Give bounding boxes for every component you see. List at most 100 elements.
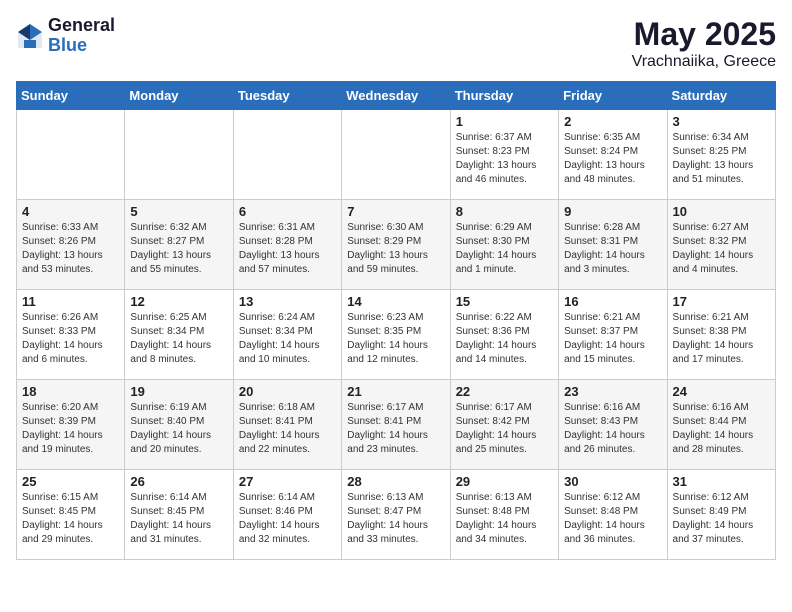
title-block: May 2025 Vrachnaiika, Greece [632, 16, 776, 71]
calendar-cell: 7 Sunrise: 6:30 AM Sunset: 8:29 PM Daylig… [342, 200, 450, 290]
calendar-cell: 6Sunrise: 6:31 AM Sunset: 8:28 PM Daylig… [233, 200, 341, 290]
calendar-cell: 25 Sunrise: 6:15 AM Sunset: 8:45 PM Dayli… [17, 470, 125, 560]
calendar-cell: 2Sunrise: 6:35 AM Sunset: 8:24 PM Daylig… [559, 110, 667, 200]
calendar-cell: 11 Sunrise: 6:26 AM Sunset: 8:33 PM Dayli… [17, 290, 125, 380]
calendar-cell: 1 Sunrise: 6:37 AM Sunset: 8:23 PM Daylig… [450, 110, 558, 200]
page-header: General Blue May 2025 Vrachnaiika, Greec… [16, 16, 776, 71]
calendar-cell: 29 Sunrise: 6:13 AM Sunset: 8:48 PM Dayli… [450, 470, 558, 560]
day-number: 25 [22, 474, 119, 489]
calendar-cell [125, 110, 233, 200]
cell-info: Sunrise: 6:12 AM Sunset: 8:48 PM Dayligh… [564, 491, 661, 547]
cell-info: Sunrise: 6:18 AM Sunset: 8:41 PM Dayligh… [239, 401, 336, 457]
week-row-5: 25 Sunrise: 6:15 AM Sunset: 8:45 PM Dayli… [17, 470, 776, 560]
day-number: 22 [456, 384, 553, 399]
calendar-cell: 13Sunrise: 6:24 AM Sunset: 8:34 PM Dayli… [233, 290, 341, 380]
cell-info: Sunrise: 6:32 AM Sunset: 8:27 PM Dayligh… [130, 221, 227, 277]
day-number: 30 [564, 474, 661, 489]
day-number: 3 [673, 114, 770, 129]
calendar-header: SundayMondayTuesdayWednesdayThursdayFrid… [17, 82, 776, 110]
cell-info: Sunrise: 6:14 AM Sunset: 8:45 PM Dayligh… [130, 491, 227, 547]
cell-info: Sunrise: 6:16 AM Sunset: 8:43 PM Dayligh… [564, 401, 661, 457]
cell-info: Sunrise: 6:25 AM Sunset: 8:34 PM Dayligh… [130, 311, 227, 367]
calendar-cell [233, 110, 341, 200]
cell-info: Sunrise: 6:20 AM Sunset: 8:39 PM Dayligh… [22, 401, 119, 457]
calendar-cell: 21 Sunrise: 6:17 AM Sunset: 8:41 PM Dayli… [342, 380, 450, 470]
calendar-cell: 23Sunrise: 6:16 AM Sunset: 8:43 PM Dayli… [559, 380, 667, 470]
cell-info: Sunrise: 6:12 AM Sunset: 8:49 PM Dayligh… [673, 491, 770, 547]
day-number: 9 [564, 204, 661, 219]
calendar-cell: 20 Sunrise: 6:18 AM Sunset: 8:41 PM Dayli… [233, 380, 341, 470]
header-cell-tuesday: Tuesday [233, 82, 341, 110]
cell-info: Sunrise: 6:21 AM Sunset: 8:38 PM Dayligh… [673, 311, 770, 367]
calendar-cell: 17 Sunrise: 6:21 AM Sunset: 8:38 PM Dayli… [667, 290, 775, 380]
subtitle: Vrachnaiika, Greece [632, 53, 776, 71]
cell-info: Sunrise: 6:35 AM Sunset: 8:24 PM Dayligh… [564, 131, 661, 187]
header-cell-thursday: Thursday [450, 82, 558, 110]
calendar-cell: 18 Sunrise: 6:20 AM Sunset: 8:39 PM Dayli… [17, 380, 125, 470]
cell-info: Sunrise: 6:21 AM Sunset: 8:37 PM Dayligh… [564, 311, 661, 367]
logo: General Blue [16, 16, 115, 56]
day-number: 6 [239, 204, 336, 219]
day-number: 18 [22, 384, 119, 399]
day-number: 17 [673, 294, 770, 309]
calendar-cell: 8 Sunrise: 6:29 AM Sunset: 8:30 PM Daylig… [450, 200, 558, 290]
day-number: 8 [456, 204, 553, 219]
calendar-cell [17, 110, 125, 200]
cell-info: Sunrise: 6:17 AM Sunset: 8:41 PM Dayligh… [347, 401, 444, 457]
cell-info: Sunrise: 6:16 AM Sunset: 8:44 PM Dayligh… [673, 401, 770, 457]
week-row-2: 4Sunrise: 6:33 AM Sunset: 8:26 PM Daylig… [17, 200, 776, 290]
header-cell-saturday: Saturday [667, 82, 775, 110]
week-row-4: 18 Sunrise: 6:20 AM Sunset: 8:39 PM Dayli… [17, 380, 776, 470]
cell-info: Sunrise: 6:27 AM Sunset: 8:32 PM Dayligh… [673, 221, 770, 277]
calendar-cell: 5 Sunrise: 6:32 AM Sunset: 8:27 PM Daylig… [125, 200, 233, 290]
day-number: 5 [130, 204, 227, 219]
day-number: 29 [456, 474, 553, 489]
calendar-cell: 28Sunrise: 6:13 AM Sunset: 8:47 PM Dayli… [342, 470, 450, 560]
calendar-cell: 24Sunrise: 6:16 AM Sunset: 8:44 PM Dayli… [667, 380, 775, 470]
cell-info: Sunrise: 6:33 AM Sunset: 8:26 PM Dayligh… [22, 221, 119, 277]
cell-info: Sunrise: 6:13 AM Sunset: 8:48 PM Dayligh… [456, 491, 553, 547]
header-cell-monday: Monday [125, 82, 233, 110]
header-row: SundayMondayTuesdayWednesdayThursdayFrid… [17, 82, 776, 110]
header-cell-wednesday: Wednesday [342, 82, 450, 110]
week-row-1: 1 Sunrise: 6:37 AM Sunset: 8:23 PM Daylig… [17, 110, 776, 200]
day-number: 7 [347, 204, 444, 219]
calendar-cell: 16 Sunrise: 6:21 AM Sunset: 8:37 PM Dayli… [559, 290, 667, 380]
cell-info: Sunrise: 6:14 AM Sunset: 8:46 PM Dayligh… [239, 491, 336, 547]
cell-info: Sunrise: 6:30 AM Sunset: 8:29 PM Dayligh… [347, 221, 444, 277]
day-number: 16 [564, 294, 661, 309]
day-number: 20 [239, 384, 336, 399]
calendar-cell: 14 Sunrise: 6:23 AM Sunset: 8:35 PM Dayli… [342, 290, 450, 380]
cell-info: Sunrise: 6:15 AM Sunset: 8:45 PM Dayligh… [22, 491, 119, 547]
calendar-cell: 30 Sunrise: 6:12 AM Sunset: 8:48 PM Dayli… [559, 470, 667, 560]
day-number: 31 [673, 474, 770, 489]
cell-info: Sunrise: 6:37 AM Sunset: 8:23 PM Dayligh… [456, 131, 553, 187]
day-number: 15 [456, 294, 553, 309]
day-number: 21 [347, 384, 444, 399]
day-number: 26 [130, 474, 227, 489]
calendar-cell: 26 Sunrise: 6:14 AM Sunset: 8:45 PM Dayli… [125, 470, 233, 560]
cell-info: Sunrise: 6:26 AM Sunset: 8:33 PM Dayligh… [22, 311, 119, 367]
calendar-cell [342, 110, 450, 200]
day-number: 11 [22, 294, 119, 309]
cell-info: Sunrise: 6:29 AM Sunset: 8:30 PM Dayligh… [456, 221, 553, 277]
day-number: 14 [347, 294, 444, 309]
cell-info: Sunrise: 6:23 AM Sunset: 8:35 PM Dayligh… [347, 311, 444, 367]
day-number: 1 [456, 114, 553, 129]
header-cell-friday: Friday [559, 82, 667, 110]
calendar-table: SundayMondayTuesdayWednesdayThursdayFrid… [16, 81, 776, 560]
calendar-body: 1 Sunrise: 6:37 AM Sunset: 8:23 PM Daylig… [17, 110, 776, 560]
calendar-cell: 15Sunrise: 6:22 AM Sunset: 8:36 PM Dayli… [450, 290, 558, 380]
calendar-cell: 27Sunrise: 6:14 AM Sunset: 8:46 PM Dayli… [233, 470, 341, 560]
day-number: 13 [239, 294, 336, 309]
logo-general: General [48, 16, 115, 36]
calendar-cell: 22 Sunrise: 6:17 AM Sunset: 8:42 PM Dayli… [450, 380, 558, 470]
header-cell-sunday: Sunday [17, 82, 125, 110]
calendar-cell: 3 Sunrise: 6:34 AM Sunset: 8:25 PM Daylig… [667, 110, 775, 200]
main-title: May 2025 [632, 16, 776, 53]
day-number: 10 [673, 204, 770, 219]
cell-info: Sunrise: 6:17 AM Sunset: 8:42 PM Dayligh… [456, 401, 553, 457]
calendar-cell: 31 Sunrise: 6:12 AM Sunset: 8:49 PM Dayli… [667, 470, 775, 560]
calendar-cell: 4Sunrise: 6:33 AM Sunset: 8:26 PM Daylig… [17, 200, 125, 290]
cell-info: Sunrise: 6:34 AM Sunset: 8:25 PM Dayligh… [673, 131, 770, 187]
